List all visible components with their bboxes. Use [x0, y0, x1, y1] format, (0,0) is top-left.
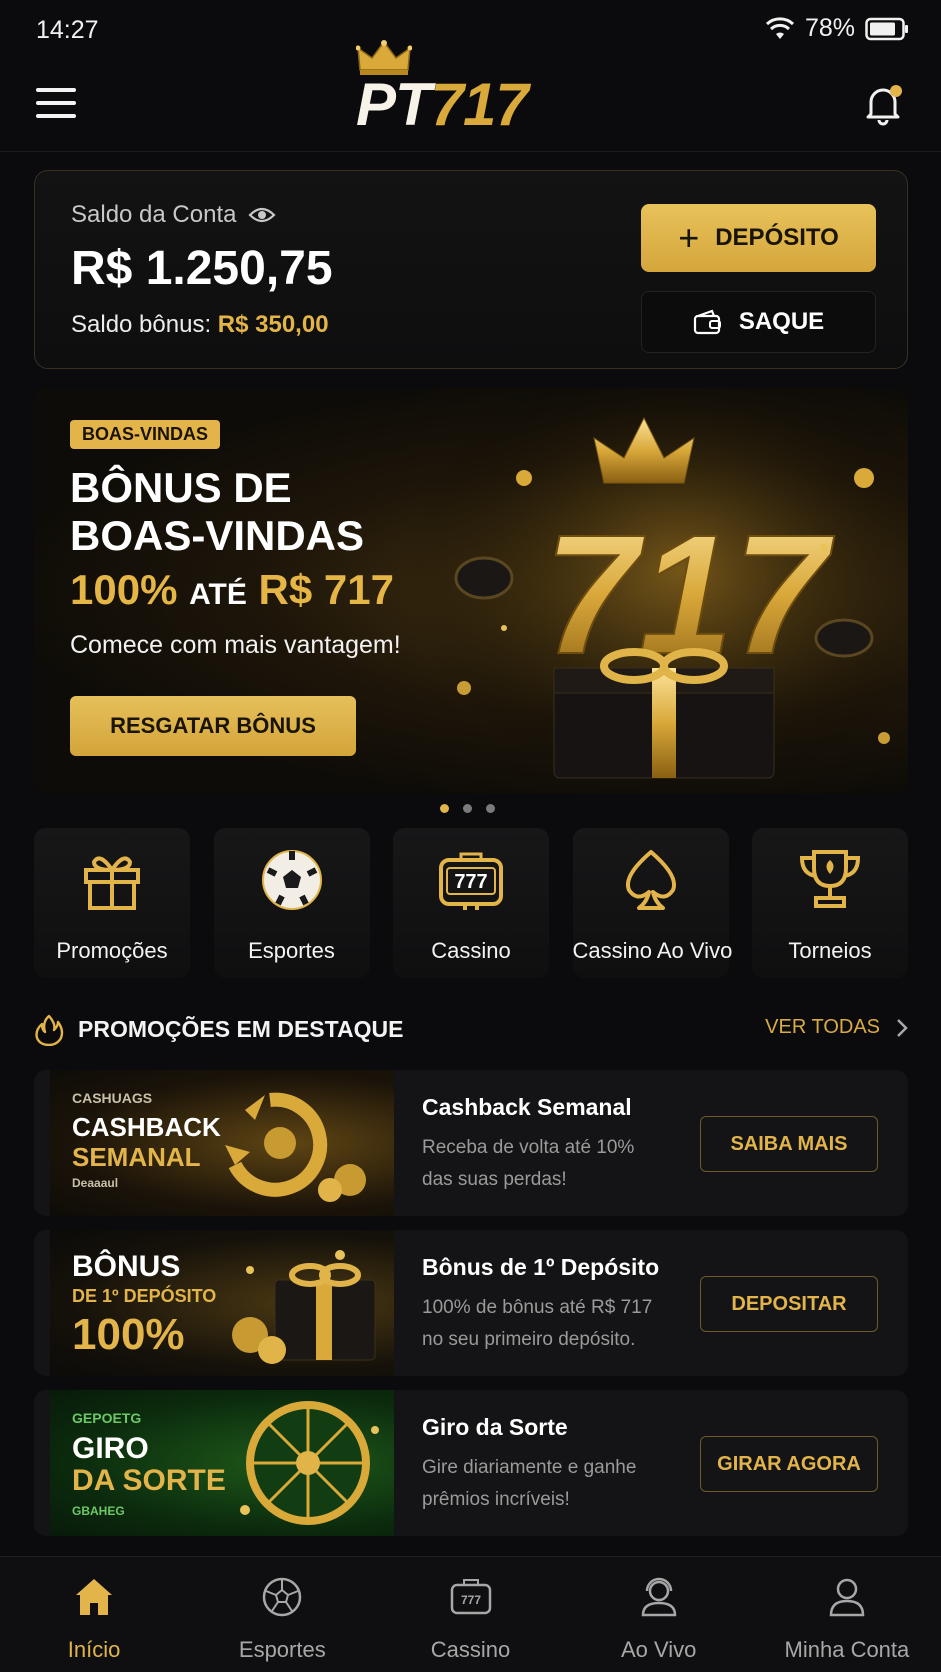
- gift-icon: [84, 856, 140, 910]
- nav-minha-conta[interactable]: Minha Conta: [753, 1557, 941, 1672]
- nav-ao-vivo[interactable]: Ao Vivo: [565, 1557, 753, 1672]
- category-grid: Promoções Esportes 777 Cassino Cassino A…: [34, 828, 908, 978]
- menu-button[interactable]: [36, 88, 76, 120]
- welcome-banner[interactable]: 717 BOAS-VINDAS BÔNUS DE BOAS-VINDAS 100…: [34, 388, 908, 794]
- logo-pt: PT: [356, 71, 432, 138]
- app-header: PT717: [0, 40, 941, 152]
- plus-icon: +: [678, 217, 700, 258]
- balance-card: Saldo da Conta R$ 1.250,75 Saldo bônus: …: [34, 170, 908, 369]
- carousel-dots: [440, 804, 495, 813]
- promo-description: Gire diariamente e ganhe prêmios incríve…: [422, 1457, 637, 1510]
- promo-image-lucky-wheel: GEPOETG GIRO DA SORTE GBAHEG: [50, 1390, 394, 1536]
- promo-title: Bônus de 1º Depósito: [422, 1254, 660, 1280]
- deposit-button[interactable]: + DEPÓSITO: [641, 204, 876, 272]
- bonus-balance-value: R$ 350,00: [217, 311, 329, 338]
- category-promocoes[interactable]: Promoções: [34, 828, 190, 978]
- banner-artwork: 717: [404, 388, 908, 794]
- notifications-button[interactable]: [861, 82, 905, 126]
- banner-717-art: 717: [544, 500, 835, 690]
- promo-card-lucky-wheel[interactable]: GEPOETG GIRO DA SORTE GBAHEG Giro da Sor…: [34, 1390, 908, 1536]
- chevron-right-icon: [897, 1018, 908, 1037]
- svg-text:777: 777: [454, 871, 487, 893]
- learn-more-button[interactable]: SAIBA MAIS: [700, 1116, 878, 1172]
- see-all-link[interactable]: VER TODAS: [765, 1016, 908, 1039]
- bottom-navigation: Início Esportes 777 Cassino Ao Vivo Minh…: [0, 1556, 941, 1672]
- soccer-ball-icon: [261, 850, 322, 910]
- balance-label: Saldo da Conta: [71, 201, 237, 228]
- promos-section-title: PROMOÇÕES EM DESTAQUE: [78, 1016, 404, 1042]
- promo-card-cashback[interactable]: CASHUAGS CASHBACK SEMANAL Deaaaul Cashba…: [34, 1070, 908, 1216]
- promo-description: Receba de volta até 10% das suas perdas!: [422, 1137, 635, 1190]
- slot-machine-icon: 777: [450, 1579, 491, 1615]
- soccer-ball-icon: [263, 1577, 302, 1617]
- battery-icon: [865, 17, 908, 40]
- spade-icon: [625, 850, 676, 910]
- live-dealer-icon: [641, 1577, 676, 1617]
- promo-description: 100% de bônus até R$ 717 no seu primeiro…: [422, 1297, 653, 1350]
- deposit-promo-button[interactable]: DEPOSITAR: [700, 1276, 878, 1332]
- home-icon: [76, 1579, 113, 1615]
- promo-image-first-deposit: BÔNUS DE 1º DEPÓSITO 100%: [50, 1230, 394, 1376]
- app-logo[interactable]: PT717: [356, 40, 586, 140]
- deposit-label: DEPÓSITO: [715, 224, 839, 251]
- promo-image-cashback: CASHUAGS CASHBACK SEMANAL Deaaaul: [50, 1070, 394, 1216]
- category-cassino[interactable]: 777 Cassino: [393, 828, 549, 978]
- nav-esportes[interactable]: Esportes: [188, 1557, 376, 1672]
- withdraw-button[interactable]: SAQUE: [641, 291, 876, 353]
- fire-icon: [35, 1014, 64, 1046]
- user-icon: [829, 1578, 865, 1617]
- carousel-dot[interactable]: [486, 804, 495, 813]
- hamburger-icon: [36, 88, 76, 92]
- promo-title: Giro da Sorte: [422, 1414, 568, 1440]
- withdraw-label: SAQUE: [738, 308, 825, 335]
- nav-cassino[interactable]: 777 Cassino: [376, 1557, 564, 1672]
- balance-amount: R$ 1.250,75: [71, 242, 333, 295]
- promo-card-first-deposit[interactable]: BÔNUS DE 1º DEPÓSITO 100% Bônus de 1º De…: [34, 1230, 908, 1376]
- bonus-balance-label: Saldo bônus:: [71, 311, 212, 338]
- svg-text:777: 777: [460, 1593, 480, 1607]
- carousel-dot[interactable]: [463, 804, 472, 813]
- category-torneios[interactable]: Torneios: [752, 828, 908, 978]
- claim-bonus-button[interactable]: RESGATAR BÔNUS: [70, 696, 356, 756]
- category-esportes[interactable]: Esportes: [213, 828, 370, 978]
- bonus-balance: Saldo bônus: R$ 350,00: [71, 311, 329, 339]
- slot-machine-icon: 777: [439, 852, 503, 910]
- nav-inicio[interactable]: Início: [0, 1557, 188, 1672]
- banner-offer: 100% ATÉ R$ 717: [70, 566, 394, 613]
- wallet-icon: [693, 309, 721, 335]
- trophy-icon: [799, 850, 861, 908]
- banner-subtitle: Comece com mais vantagem!: [70, 631, 401, 659]
- logo-number: 717: [430, 71, 529, 138]
- category-cassino-ao-vivo[interactable]: Cassino Ao Vivo: [572, 828, 732, 978]
- carousel-dot[interactable]: [440, 804, 449, 813]
- bell-icon: [866, 85, 902, 126]
- promos-section-header: PROMOÇÕES EM DESTAQUE VER TODAS: [34, 1010, 908, 1050]
- eye-icon[interactable]: [248, 205, 277, 225]
- banner-title: BÔNUS DE BOAS-VINDAS: [70, 464, 365, 559]
- battery-percent: 78%: [804, 14, 855, 42]
- wifi-icon: [765, 16, 794, 39]
- banner-badge: BOAS-VINDAS: [70, 420, 221, 449]
- promo-title: Cashback Semanal: [422, 1094, 632, 1120]
- spin-now-button[interactable]: GIRAR AGORA: [700, 1436, 878, 1492]
